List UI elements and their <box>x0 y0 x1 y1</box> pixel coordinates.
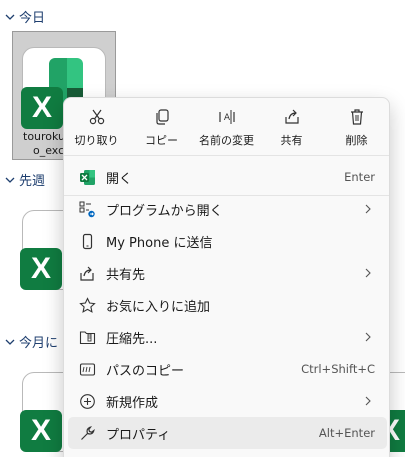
excel-badge-icon: X <box>20 248 62 290</box>
file-name-line1: touroku <box>23 130 66 143</box>
group-header-today[interactable]: 今日 <box>4 7 45 26</box>
chevron-down-icon <box>5 177 15 183</box>
group-header-last-week[interactable]: 先週 <box>4 170 45 189</box>
file-explorer-view: 今日 X touroku o_exc 先週 X 今月に X X 切り取り コピー… <box>0 0 405 457</box>
chevron-down-icon <box>5 14 15 20</box>
new-icon <box>78 392 96 410</box>
wrench-icon <box>78 424 96 442</box>
chevron-right-icon <box>365 204 371 214</box>
chevron-right-icon <box>365 396 371 406</box>
menu-item-share-to[interactable]: 共有先 <box>68 257 387 289</box>
chevron-right-icon <box>365 268 371 278</box>
chevron-down-icon <box>5 339 15 345</box>
menu-item-add-favorite[interactable]: お気に入りに追加 <box>68 289 387 321</box>
excel-badge-icon: X <box>21 87 63 129</box>
zip-folder-icon <box>78 328 96 346</box>
group-label: 今月に <box>19 336 59 351</box>
file-name-line2: o_exc <box>33 144 65 157</box>
copy-path-icon <box>78 360 96 378</box>
rename-button[interactable]: A 名前の変更 <box>194 98 259 156</box>
copy-button[interactable]: コピー <box>129 98 194 156</box>
menu-item-properties[interactable]: プロパティ Alt+Enter <box>68 417 387 449</box>
group-header-this-month[interactable]: 今月に <box>4 332 58 351</box>
star-icon <box>78 296 96 314</box>
menu-item-send-to-phone[interactable]: My Phone に送信 <box>68 225 387 257</box>
chevron-right-icon <box>365 332 371 342</box>
trash-icon <box>350 109 363 125</box>
menu-item-open[interactable]: 開く Enter <box>68 161 387 193</box>
phone-icon <box>78 232 96 250</box>
menu-item-compress[interactable]: 圧縮先... <box>68 321 387 353</box>
group-label: 先週 <box>19 174 46 189</box>
share-icon <box>284 109 299 124</box>
share-to-icon <box>78 264 96 282</box>
menu-item-copy-path[interactable]: パスのコピー Ctrl+Shift+C <box>68 353 387 385</box>
context-menu: 切り取り コピー A 名前の変更 共有 削除 開く Enter プログラムから開… <box>63 97 390 457</box>
copy-icon <box>155 109 169 125</box>
svg-text:A: A <box>223 113 230 123</box>
excel-badge-icon: X <box>20 410 62 452</box>
rename-icon: A <box>218 110 235 124</box>
cut-button[interactable]: 切り取り <box>64 98 129 156</box>
open-with-icon <box>78 200 96 218</box>
share-button[interactable]: 共有 <box>259 98 324 156</box>
group-label: 今日 <box>19 11 46 26</box>
quick-actions-bar: 切り取り コピー A 名前の変更 共有 削除 <box>64 98 389 156</box>
menu-item-open-with[interactable]: プログラムから開く <box>68 193 387 225</box>
excel-icon <box>78 168 96 186</box>
delete-button[interactable]: 削除 <box>324 98 389 156</box>
menu-item-new[interactable]: 新規作成 <box>68 385 387 417</box>
scissors-icon <box>89 109 104 125</box>
